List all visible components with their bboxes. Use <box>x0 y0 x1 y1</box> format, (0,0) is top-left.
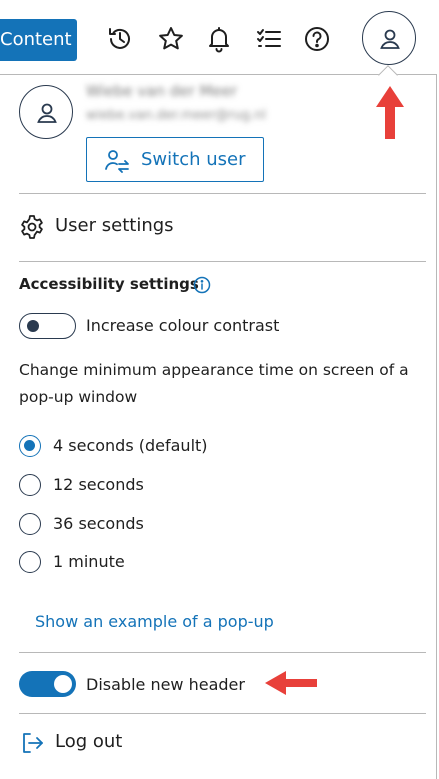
contrast-toggle-label: Increase colour contrast <box>86 316 280 335</box>
toggle-knob <box>54 675 72 693</box>
star-icon[interactable] <box>157 25 185 53</box>
show-popup-example-link[interactable]: Show an example of a pop-up <box>35 612 274 631</box>
user-avatar <box>19 85 73 139</box>
annotation-arrow-up-icon <box>376 86 404 139</box>
log-out-label: Log out <box>55 731 123 752</box>
checklist-icon[interactable] <box>255 25 283 53</box>
user-menu-button[interactable] <box>362 11 416 65</box>
divider <box>19 193 426 194</box>
radio-dot <box>24 440 35 451</box>
history-icon[interactable] <box>106 25 134 53</box>
radio-1-minute[interactable] <box>19 551 41 573</box>
popup-time-description: Change minimum appearance time on screen… <box>19 361 409 406</box>
switch-user-button[interactable]: Switch user <box>86 137 264 182</box>
content-button[interactable]: Content <box>0 19 77 61</box>
radio-label: 12 seconds <box>53 475 144 494</box>
user-email: wiebe.van.der.meer@rug.nl <box>86 108 267 123</box>
disable-new-header-toggle[interactable] <box>19 671 76 697</box>
radio-12-seconds[interactable] <box>19 474 41 496</box>
help-icon[interactable] <box>303 25 331 53</box>
radio-label: 4 seconds (default) <box>53 436 208 455</box>
user-icon <box>380 29 400 49</box>
disable-new-header-label: Disable new header <box>86 675 245 694</box>
bell-icon[interactable] <box>205 25 233 53</box>
user-settings-label: User settings <box>55 215 174 236</box>
radio-label: 36 seconds <box>53 514 144 533</box>
logout-icon <box>23 733 43 753</box>
switch-user-label: Switch user <box>141 149 246 170</box>
gear-icon <box>21 215 43 239</box>
switch-user-icon <box>105 150 129 173</box>
user-icon <box>37 103 57 123</box>
user-name: Wiebe van der Meer <box>86 82 238 100</box>
divider <box>19 713 426 714</box>
annotation-arrow-left-icon <box>265 671 317 695</box>
top-header: Content <box>0 0 439 74</box>
contrast-toggle[interactable] <box>19 313 76 339</box>
divider <box>19 652 426 653</box>
divider <box>19 261 426 262</box>
toggle-knob <box>27 320 39 332</box>
radio-36-seconds[interactable] <box>19 513 41 535</box>
radio-4-seconds[interactable] <box>19 435 41 457</box>
info-icon[interactable] <box>193 276 211 294</box>
radio-label: 1 minute <box>53 552 125 571</box>
accessibility-title: Accessibility settings <box>19 275 199 293</box>
